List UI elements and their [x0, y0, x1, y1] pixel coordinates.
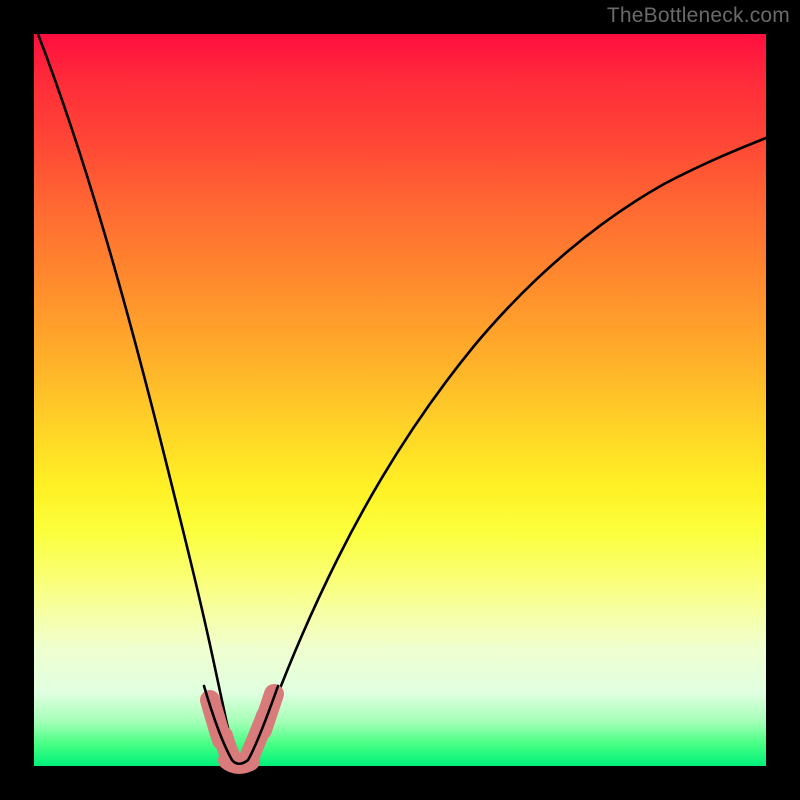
chart-frame: TheBottleneck.com [0, 0, 800, 800]
bottleneck-curve [38, 34, 766, 764]
chart-overlay [34, 34, 766, 766]
watermark-label: TheBottleneck.com [607, 4, 790, 28]
